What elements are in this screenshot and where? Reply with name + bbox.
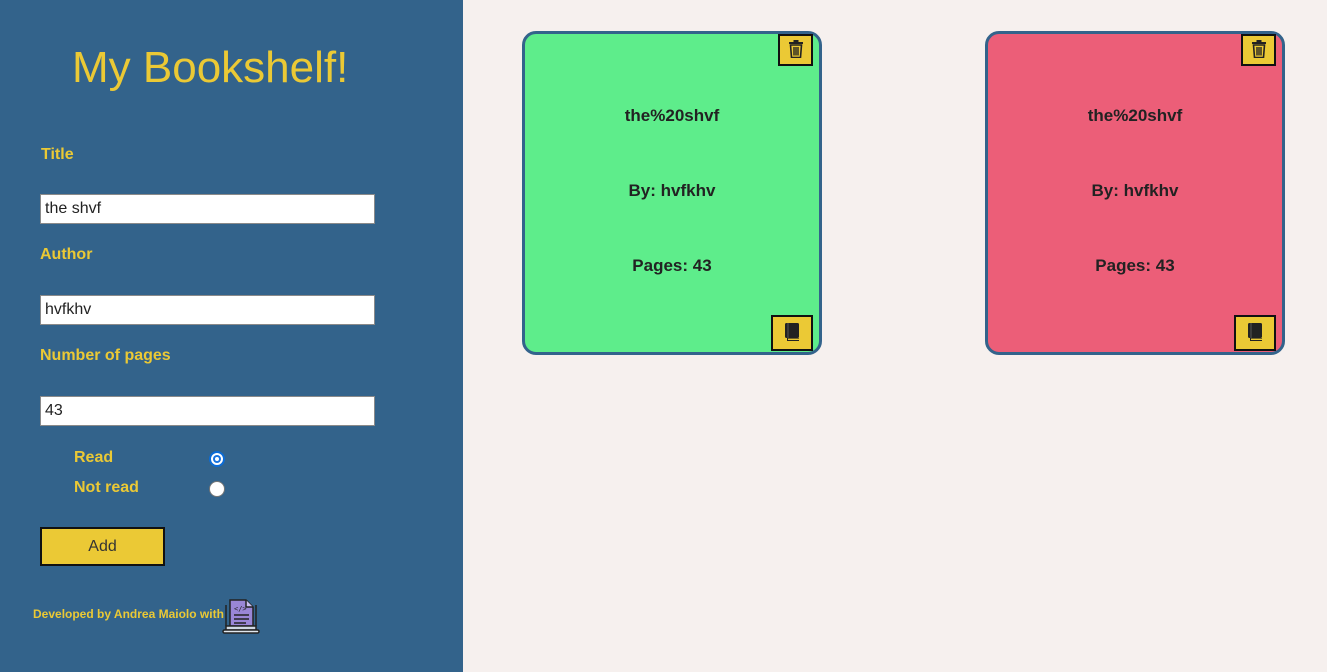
trash-icon [1251, 39, 1267, 61]
read-radio[interactable] [209, 451, 225, 467]
delete-book-button[interactable] [1241, 34, 1276, 66]
book-title: the%20shvf [624, 106, 720, 125]
book-card: the%20shvf By: hvfkhv Pages: 43 [985, 31, 1285, 355]
author-input[interactable] [40, 295, 375, 325]
not-read-label: Not read [74, 479, 139, 496]
pages-input[interactable] [40, 396, 375, 426]
book-pages: Pages: 43 [632, 256, 712, 275]
book-icon [1247, 322, 1263, 344]
author-label: Author [40, 246, 93, 263]
svg-text:</>: </> [234, 605, 247, 613]
book-card: the%20shvf By: hvfkhv Pages: 43 [522, 31, 822, 355]
add-button[interactable]: Add [40, 527, 165, 566]
delete-book-button[interactable] [778, 34, 813, 66]
toggle-read-button[interactable] [1234, 315, 1276, 351]
book-author: By: hvfkhv [1091, 181, 1179, 200]
read-label: Read [74, 449, 114, 466]
app-title: My Bookshelf! [72, 43, 349, 92]
title-label: Title [41, 146, 74, 163]
laptop-code-icon: </> [222, 597, 260, 642]
trash-icon [788, 39, 804, 61]
pages-label: Number of pages [40, 347, 171, 364]
book-pages: Pages: 43 [1095, 256, 1175, 275]
footer-credit: Developed by Andrea Maiolo with [33, 607, 224, 621]
book-author: By: hvfkhv [628, 181, 716, 200]
sidebar: My Bookshelf! Title Author Number of pag… [0, 0, 463, 672]
title-input[interactable] [40, 194, 375, 224]
toggle-read-button[interactable] [771, 315, 813, 351]
book-icon [784, 322, 800, 344]
book-title: the%20shvf [1087, 106, 1183, 125]
not-read-radio[interactable] [209, 481, 225, 497]
